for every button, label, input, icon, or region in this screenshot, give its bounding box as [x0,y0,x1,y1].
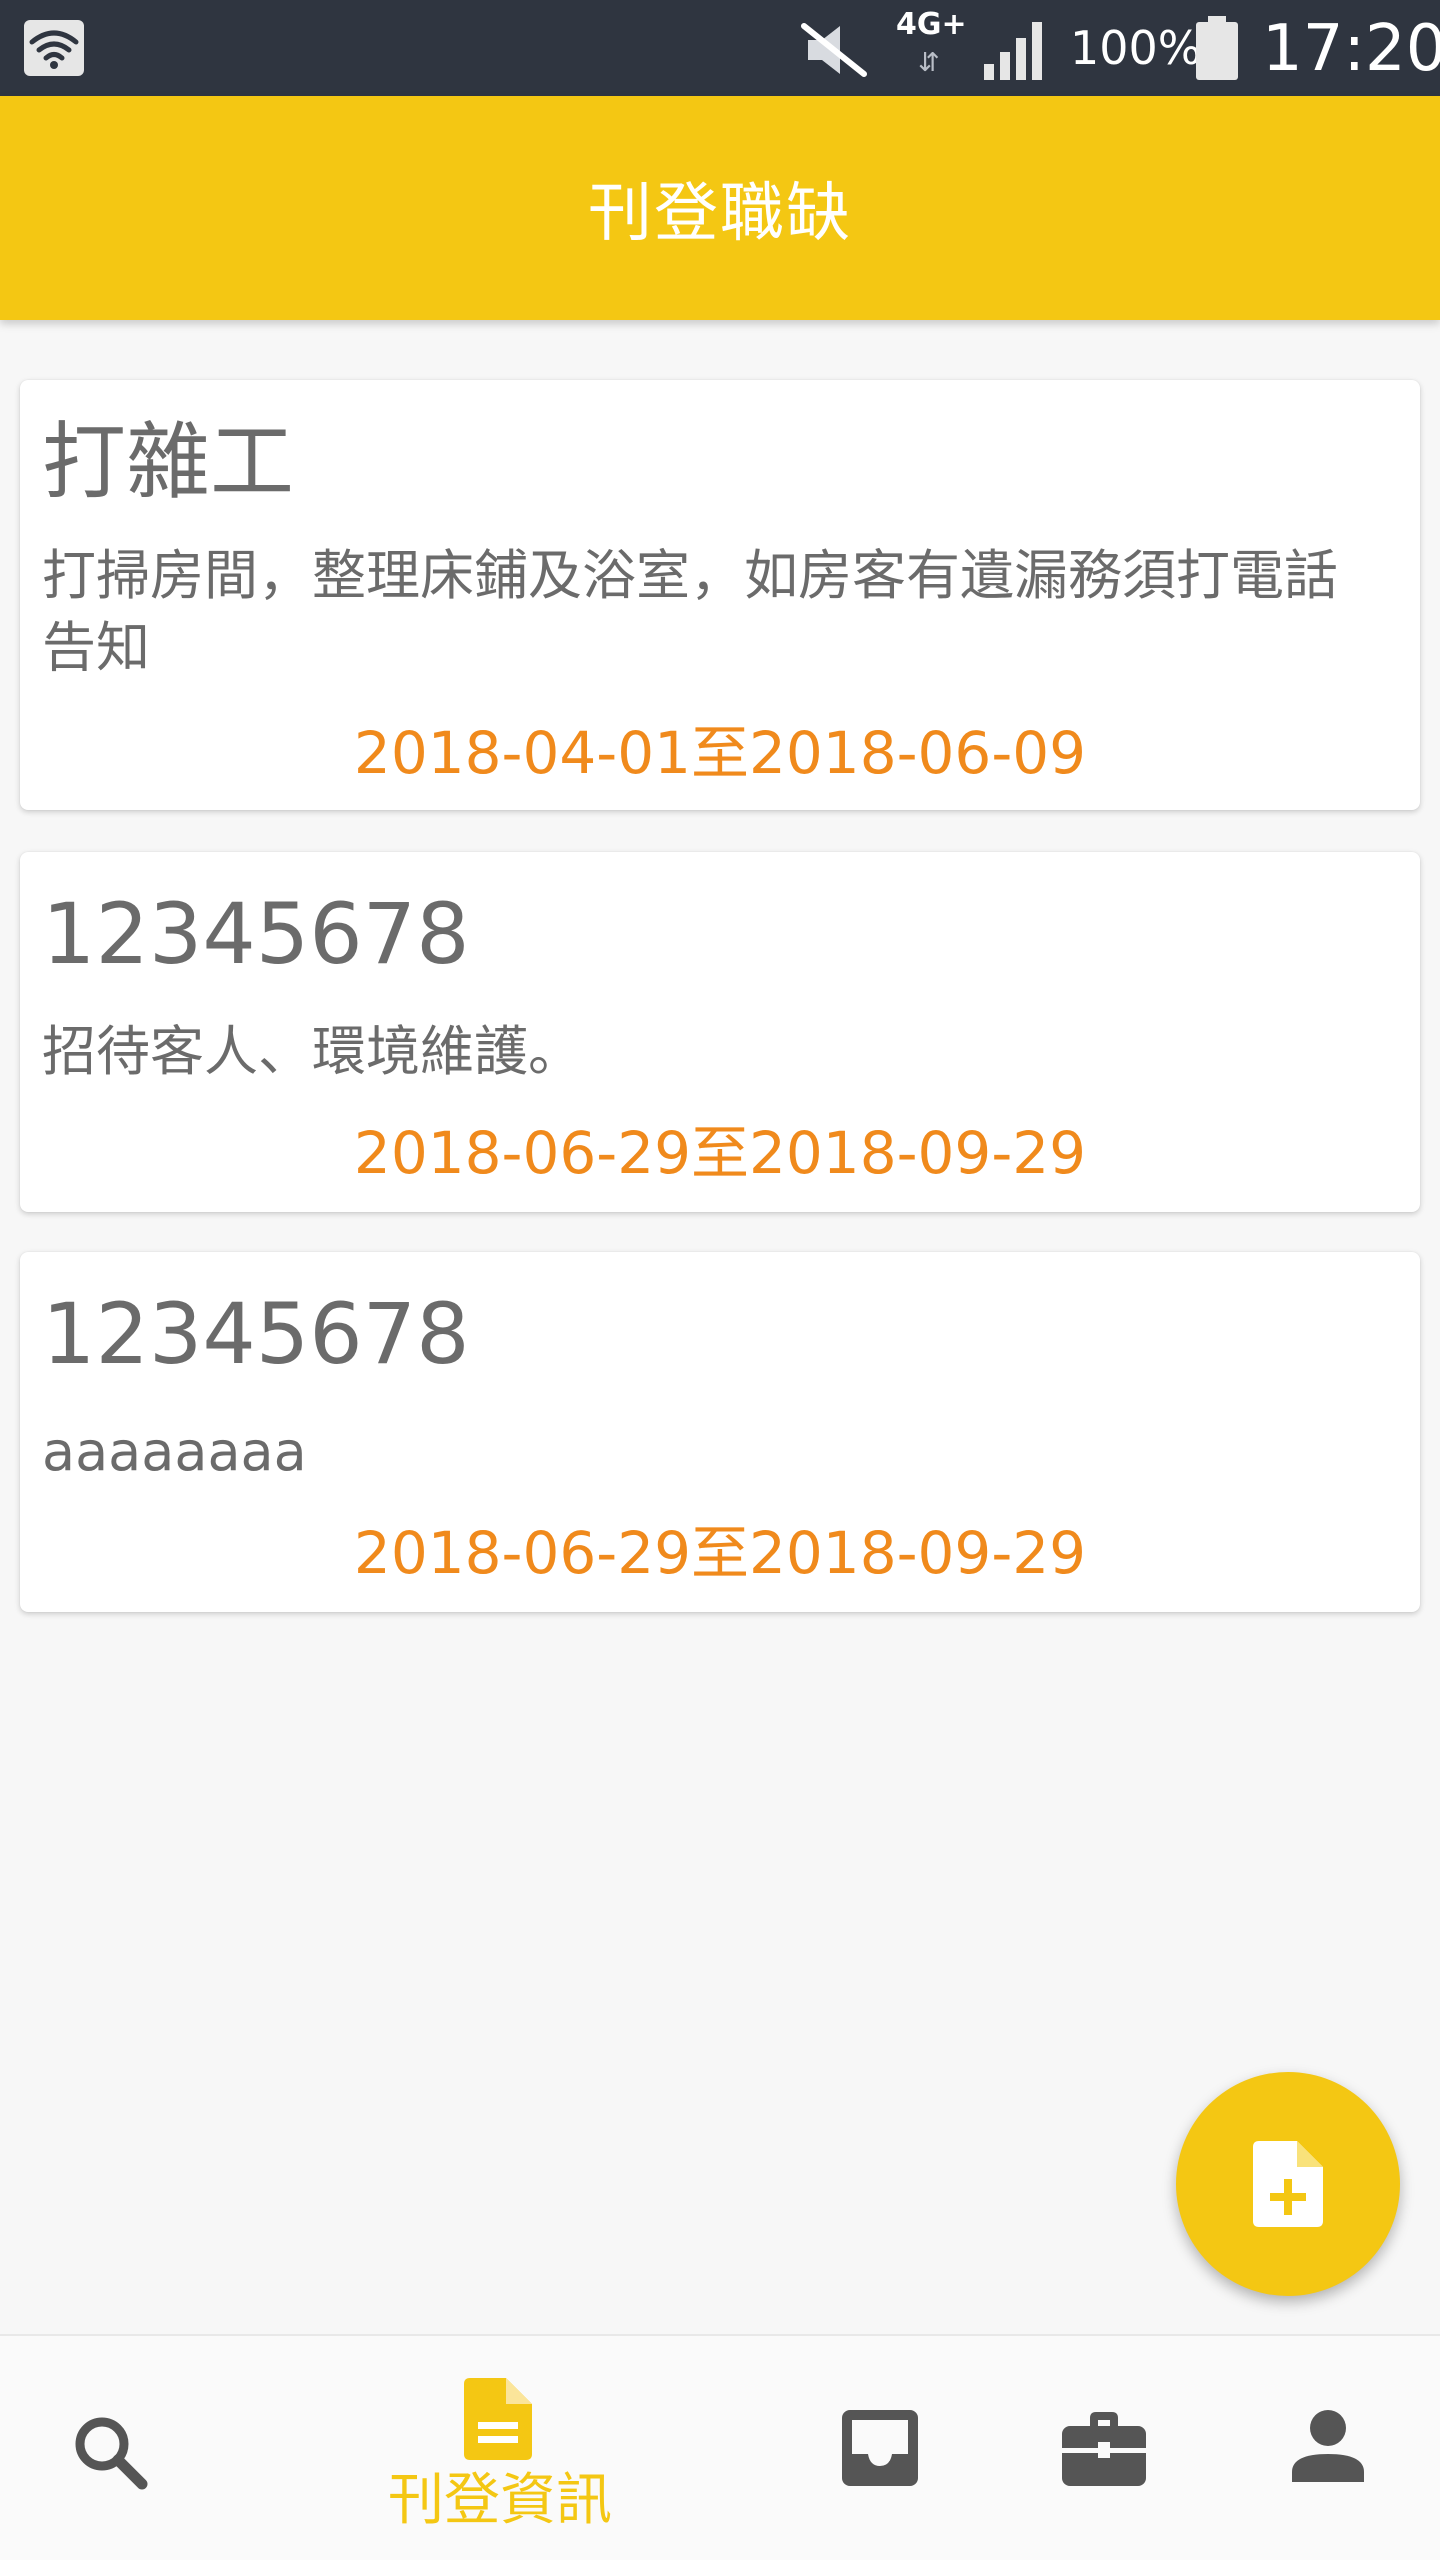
clock: 17:20 [1262,12,1440,86]
page-title: 刊登職缺 [588,177,852,251]
app-bar: 刊登職缺 [0,96,1440,320]
job-description: 打掃房間，整理床鋪及浴室，如房客有遺漏務須打電話告知 [42,544,1338,679]
nav-item-profile[interactable] [1258,2336,1398,2560]
battery-percent: 100% [1070,21,1202,75]
job-date-range: 2018-04-01至2018-06-09 [353,719,1087,787]
nav-item-jobs[interactable] [1034,2336,1174,2560]
job-card[interactable]: 打雜工 打掃房間，整理床鋪及浴室，如房客有遺漏務須打電話告知 2018-04-0… [20,380,1420,810]
status-bar: 4G+ ⇵ 100% 17:20 [0,0,1440,96]
person-icon [1292,2410,1364,2482]
job-title: 打雜工 [42,413,295,511]
job-title: 12345678 [42,885,470,983]
job-description: aaaaaaaa [42,1420,307,1483]
nav-item-inbox[interactable] [810,2336,950,2560]
nav-label-listings: 刊登資訊 [388,2468,612,2533]
search-icon [75,2417,148,2490]
document-icon [464,2378,532,2460]
bottom-navigation: 刊登資訊 [0,2334,1440,2560]
add-job-button[interactable] [1176,2072,1400,2296]
wifi-icon [24,20,84,76]
signal-icon [984,22,1042,80]
mute-icon [801,23,867,77]
add-document-icon [1253,2141,1323,2227]
battery-icon [1196,16,1238,80]
screen: 4G+ ⇵ 100% 17:20 刊登職缺 打雜工 打掃房間，整理床鋪及浴室，如… [0,0,1440,2560]
nav-item-search[interactable] [40,2336,180,2560]
job-title: 12345678 [42,1285,470,1383]
network-activity-icon: ⇵ [918,48,940,78]
job-card[interactable]: 12345678 aaaaaaaa 2018-06-29至2018-09-29 [20,1252,1420,1612]
inbox-icon [842,2410,918,2486]
job-date-range: 2018-06-29至2018-09-29 [353,1119,1087,1187]
network-type: 4G+ [896,7,967,42]
briefcase-icon [1062,2412,1146,2486]
job-date-range: 2018-06-29至2018-09-29 [353,1519,1087,1587]
job-description: 招待客人、環境維護。 [42,1020,582,1083]
nav-item-listings[interactable]: 刊登資訊 [340,2336,660,2560]
job-card[interactable]: 12345678 招待客人、環境維護。 2018-06-29至2018-09-2… [20,852,1420,1212]
